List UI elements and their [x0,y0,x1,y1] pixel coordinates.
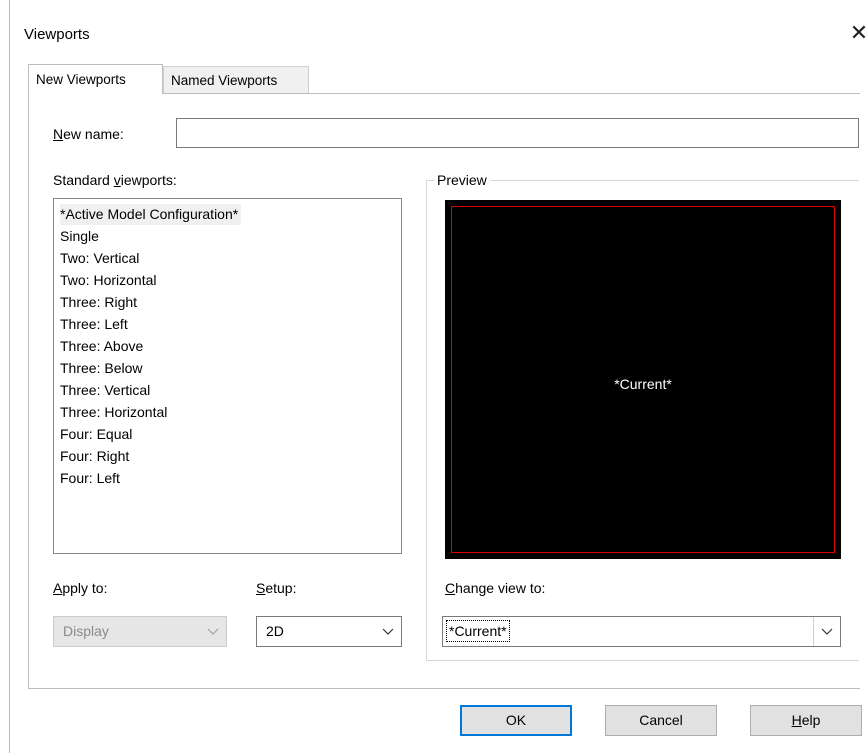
tab-new-viewports[interactable]: New Viewports [28,64,163,94]
standard-viewports-list[interactable]: *Active Model Configuration* Single Two: V… [53,198,402,554]
new-name-input[interactable] [176,118,859,148]
setup-select[interactable]: 2D [256,616,402,647]
chevron-down-icon [375,617,401,646]
list-item[interactable]: Four: Left [60,468,123,489]
change-view-label: Change view to: [445,580,546,596]
list-item[interactable]: Single [60,226,102,247]
standard-viewports-label: Standard viewports: [53,172,177,188]
list-item[interactable]: Three: Above [60,336,146,357]
new-name-label: New name: [53,126,124,142]
close-icon[interactable]: ✕ [849,20,868,46]
list-item[interactable]: Four: Right [60,446,132,467]
list-item[interactable]: Two: Horizontal [60,270,159,291]
cancel-button[interactable]: Cancel [605,705,717,736]
change-view-value: *Current* [446,620,510,642]
list-item[interactable]: *Active Model Configuration* [60,204,242,225]
help-button[interactable]: Help [750,705,862,736]
preview-viewport-label: *Current* [614,376,672,392]
chevron-down-icon [813,617,840,646]
ok-button[interactable]: OK [460,705,572,736]
setup-label: Setup: [256,580,297,596]
list-item[interactable]: Three: Below [60,358,145,379]
list-item[interactable]: Four: Equal [60,424,135,445]
change-view-select[interactable]: *Current* [442,616,841,647]
list-item[interactable]: Three: Left [60,314,131,335]
title-bar: Viewports ✕ [10,0,868,66]
list-item[interactable]: Three: Right [60,292,140,313]
tab-named-viewports[interactable]: Named Viewports [163,66,309,94]
chevron-down-icon [200,617,226,646]
list-item[interactable]: Three: Horizontal [60,402,170,423]
apply-to-label: Apply to: [53,580,108,596]
list-item[interactable]: Three: Vertical [60,380,153,401]
apply-to-value: Display [63,623,109,639]
setup-value: 2D [266,623,284,639]
list-item[interactable]: Two: Vertical [60,248,142,269]
preview-canvas: *Current* [445,200,841,559]
preview-group-title: Preview [434,172,490,188]
dialog-title: Viewports [24,26,90,43]
apply-to-select[interactable]: Display [53,616,227,647]
